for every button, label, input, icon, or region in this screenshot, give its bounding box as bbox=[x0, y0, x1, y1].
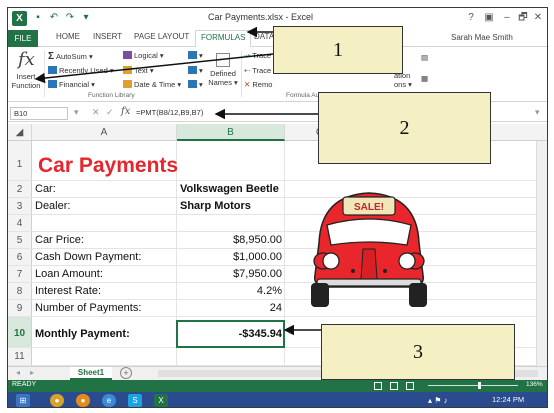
excel-window: X ▪ ↶ ↷ ▾ Car Payments.xlsx - Excel ? ▣ … bbox=[7, 7, 548, 408]
arrow-to-insert-function bbox=[34, 53, 274, 84]
callout-2: 2 bbox=[318, 92, 491, 164]
callout-1: 1 bbox=[273, 26, 403, 74]
callout-3: 3 bbox=[321, 324, 515, 380]
